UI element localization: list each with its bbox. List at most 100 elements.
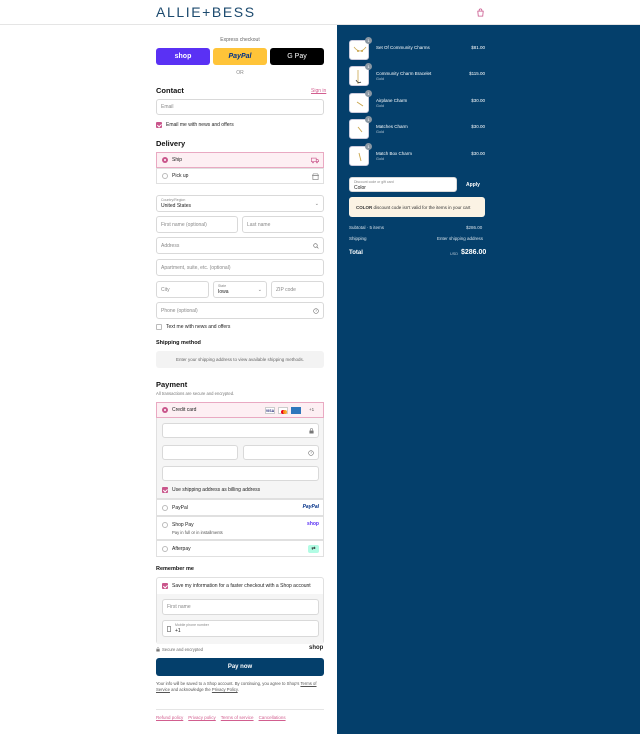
afterpay-label: Afterpay [172,546,191,552]
quantity-badge: 1 [365,143,372,150]
terms-of-service-link[interactable]: Terms of service [221,715,254,720]
privacy-policy-link[interactable]: Privacy policy [188,715,216,720]
ship-radio[interactable] [162,157,168,163]
cart-item: 1 Set Of Community Charms $81.00 [349,37,485,60]
total-label: Total [349,250,363,256]
secure-label: Secure and encrypted [162,647,203,652]
store-logo[interactable]: ALLIE+BESS [156,4,256,20]
discount-warning: COLOR discount code isn't valid for the … [349,197,485,217]
svg-text:?: ? [310,451,312,455]
mastercard-icon [278,407,288,414]
pickup-option[interactable]: Pick up [156,168,324,184]
express-buttons: shop PayPal G Pay [156,48,324,65]
state-select[interactable]: State Iowa ⌄ [213,281,267,298]
legal-text: Your info will be saved to a Shop accoun… [156,681,317,692]
payment-subtitle: All transactions are secure and encrypte… [156,391,235,396]
paypal-logo: PayPal [302,504,319,510]
mobile-phone-input[interactable]: Mobile phone number +1 [162,620,319,637]
email-input[interactable]: Email [156,99,324,115]
save-info-checkbox[interactable] [162,583,168,589]
discount-input[interactable]: Discount code or gift card Color [349,177,457,192]
express-checkout-label: Express checkout [220,37,260,43]
cvv-input[interactable]: ? [243,445,319,460]
help-icon[interactable]: ? [308,450,314,456]
afterpay-option[interactable]: Afterpay ⇄ [156,540,324,557]
sign-in-link[interactable]: Sign in [311,88,326,94]
paypal-button[interactable]: PayPal [213,48,267,65]
remember-heading: Remember me [156,566,194,572]
news-checkbox[interactable] [156,122,162,128]
shop-pay-option[interactable]: Shop Pay Pay in full or in installments … [156,516,324,540]
refund-policy-link[interactable]: Refund policy [156,715,183,720]
quantity-badge: 1 [365,37,372,44]
more-cards-label: +1 [309,407,315,412]
payment-heading: Payment [156,380,188,389]
paypal-radio[interactable] [162,505,168,511]
apartment-input[interactable]: Apartment, suite, etc. (optional) [156,259,324,276]
shop-pay-button[interactable]: shop [156,48,210,65]
header: ALLIE+BESS [0,0,640,25]
save-info-label: Save my information for a faster checkou… [172,583,311,589]
credit-card-radio[interactable] [162,407,168,413]
shop-logo: shop [309,645,324,651]
shop-pay-radio[interactable] [162,522,168,528]
afterpay-radio[interactable] [162,546,168,552]
paypal-label: PayPal [172,505,188,511]
address-input[interactable]: Address [156,237,324,254]
google-pay-button[interactable]: G Pay [270,48,324,65]
cart-item: 1 Airplane Charm Gold $30.00 [349,90,485,113]
footer-links: Refund policy Privacy policy Terms of se… [156,715,286,720]
last-name-input[interactable]: Last name [242,216,324,233]
ship-option[interactable]: Ship [156,152,324,168]
paypal-option[interactable]: PayPal PayPal [156,499,324,516]
lock-icon [309,428,314,434]
item-price: $30.00 [471,124,485,129]
billing-checkbox[interactable] [162,487,168,493]
expiry-input[interactable] [162,445,238,460]
delivery-heading: Delivery [156,139,186,148]
privacy-link[interactable]: Privacy Policy [212,687,238,692]
shopping-bag-icon[interactable] [476,8,485,17]
store-icon [312,173,319,180]
quantity-badge: 1 [365,90,372,97]
item-price: $30.00 [471,98,485,103]
apply-button[interactable]: Apply [462,177,484,192]
cart-item: 1 Community Charm Bracelet Gold $115.00 [349,63,485,86]
first-name-input[interactable]: First name (optional) [156,216,238,233]
credit-card-label: Credit card [172,407,197,413]
contact-heading: Contact [156,86,184,95]
help-icon[interactable]: ? [313,308,319,314]
chevron-down-icon: ⌄ [257,287,262,293]
card-form: ? Use shipping address as billing addres… [156,418,324,499]
city-input[interactable]: City [156,281,209,298]
search-icon [313,243,319,249]
shipping-info: Enter your shipping address to view avai… [156,351,324,368]
item-name: Community Charm Bracelet [376,71,432,76]
phone-icon [167,626,171,632]
name-on-card-input[interactable] [162,466,319,481]
afterpay-icon: ⇄ [308,545,319,553]
item-name: Match Box Charm [376,151,413,156]
zip-input[interactable]: ZIP code [271,281,324,298]
quantity-badge: 1 [365,116,372,123]
text-label: Text me with news and offers [166,324,231,330]
cancellations-link[interactable]: Cancellations [259,715,286,720]
country-select[interactable]: Country/Region United States ⌄ [156,195,324,212]
shipping-method-heading: Shipping method [156,340,201,346]
item-price: $30.00 [471,151,485,156]
shop-pay-label: Shop Pay [172,522,194,528]
phone-input[interactable]: Phone (optional) ? [156,302,324,319]
shop-pay-logo: shop [307,521,319,527]
item-name: Matches Charm [376,124,408,129]
pickup-radio[interactable] [162,173,168,179]
remember-first-name-input[interactable]: First name [162,599,319,615]
subtotal-value: $286.00 [466,225,483,230]
text-checkbox[interactable] [156,324,162,330]
remember-box: Save my information for a faster checkou… [156,577,324,644]
pay-now-button[interactable]: Pay now [156,658,324,676]
shipping-label: Shipping [349,236,367,241]
credit-card-option[interactable]: Credit card VISA +1 [156,402,324,418]
item-price: $115.00 [469,71,485,76]
amex-icon [291,407,301,414]
card-number-input[interactable] [162,423,319,438]
